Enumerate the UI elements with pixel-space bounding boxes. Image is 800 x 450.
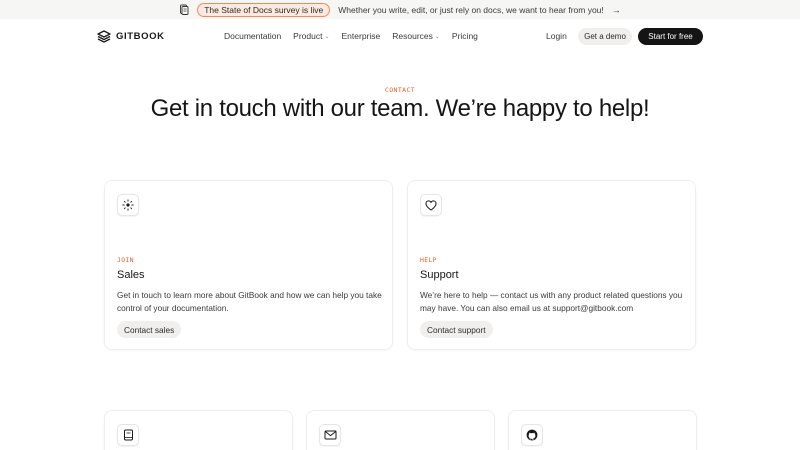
nav-item-pricing[interactable]: Pricing <box>452 31 478 41</box>
get-demo-button[interactable]: Get a demo <box>578 28 632 45</box>
survey-badge[interactable]: The State of Docs survey is live <box>197 2 331 17</box>
nav-item-documentation[interactable]: Documentation <box>224 31 281 41</box>
contact-sales-button[interactable]: Contact sales <box>117 321 182 338</box>
sparkle-icon <box>117 194 139 216</box>
github-card[interactable] <box>508 410 697 450</box>
email-card[interactable] <box>306 410 495 450</box>
card-title: Sales <box>117 269 145 281</box>
card-tag: JOIN <box>117 256 134 264</box>
docs-card[interactable] <box>104 410 293 450</box>
top-nav: GITBOOK Documentation Product ⌄ Enterpris… <box>0 19 800 54</box>
sales-card: JOIN Sales Get in touch to learn more ab… <box>104 180 393 350</box>
nav-item-label: Enterprise <box>341 31 381 41</box>
nav-item-resources[interactable]: Resources ⌄ <box>392 31 440 41</box>
chevron-down-icon: ⌄ <box>324 33 330 40</box>
card-description: We’re here to help — contact us with any… <box>420 290 683 313</box>
github-icon <box>521 424 543 446</box>
document-icon <box>179 4 189 15</box>
card-description: Get in touch to learn more about GitBook… <box>117 290 382 313</box>
nav-item-label: Documentation <box>224 31 282 41</box>
heart-icon <box>420 194 442 216</box>
arrow-right-icon[interactable]: → <box>612 5 621 15</box>
contact-support-button[interactable]: Contact support <box>420 321 493 338</box>
login-link[interactable]: Login <box>546 31 567 41</box>
start-free-button[interactable]: Start for free <box>638 28 703 45</box>
nav-item-label: Pricing <box>451 31 478 41</box>
book-icon <box>117 424 139 446</box>
page-title: Get in touch with our team. We’re happy … <box>150 95 650 122</box>
nav-item-label: Product <box>293 31 323 41</box>
card-title: Support <box>420 269 459 281</box>
gitbook-logo-icon <box>97 30 111 43</box>
announcement-bar[interactable]: The State of Docs survey is live Whether… <box>0 0 800 19</box>
nav-item-label: Resources <box>392 31 433 41</box>
chevron-down-icon: ⌄ <box>434 33 440 40</box>
card-tag: HELP <box>420 256 437 264</box>
brand-name: GITBOOK <box>116 31 165 42</box>
nav-item-enterprise[interactable]: Enterprise <box>342 31 381 41</box>
main-menu: Documentation Product ⌄ Enterprise Resour… <box>224 31 490 41</box>
gitbook-logo[interactable]: GITBOOK <box>97 30 165 43</box>
eyebrow-label: CONTACT <box>384 86 416 94</box>
nav-item-product[interactable]: Product ⌄ <box>293 31 329 41</box>
mail-icon <box>319 424 341 446</box>
announcement-text[interactable]: Whether you write, edit, or just rely on… <box>338 5 604 15</box>
support-card: HELP Support We’re here to help — contac… <box>407 180 696 350</box>
